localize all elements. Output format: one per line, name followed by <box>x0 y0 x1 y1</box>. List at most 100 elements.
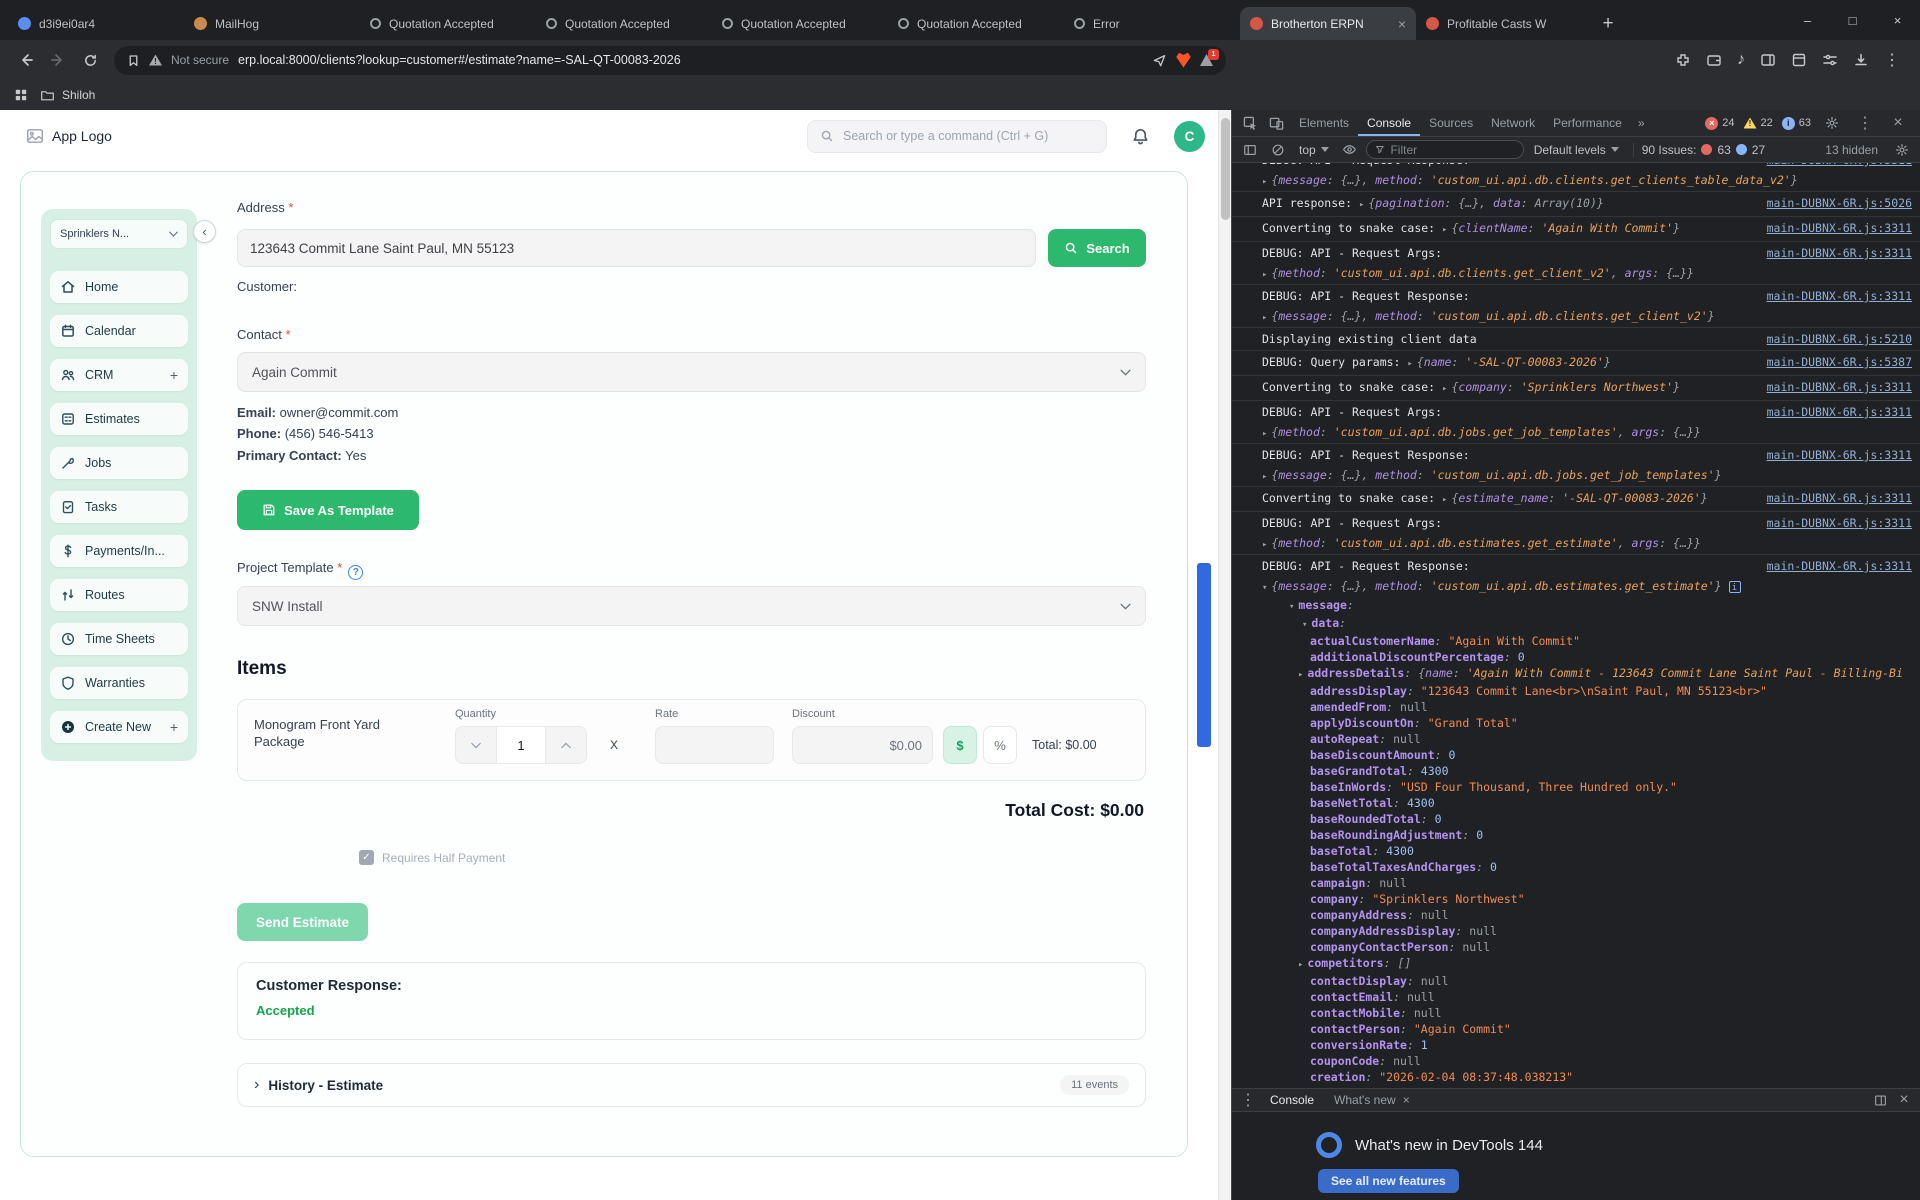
devtools-close-icon[interactable]: × <box>1886 112 1910 134</box>
console-entry[interactable]: Converting to snake case: ▸ {company: 'Sp… <box>1232 375 1920 400</box>
sidebar-item-jobs[interactable]: Jobs <box>50 447 188 479</box>
expand-arrow-icon[interactable]: ▸ <box>1298 960 1303 970</box>
filter-text-field[interactable] <box>1390 142 1515 157</box>
console-settings-gear-icon[interactable] <box>1890 139 1914 161</box>
browser-tab[interactable]: MailHog <box>184 7 360 40</box>
devtools-settings-gear-icon[interactable] <box>1820 112 1844 134</box>
address-input[interactable] <box>237 229 1036 267</box>
forward-button[interactable] <box>44 46 72 74</box>
expand-arrow-icon[interactable]: ▸ <box>1442 225 1447 235</box>
drawer-tab-console[interactable]: Console <box>1260 1089 1324 1111</box>
live-expression-eye-icon[interactable] <box>1338 139 1362 161</box>
console-entry[interactable]: autoRepeat: null <box>1232 731 1920 747</box>
console-filter-input[interactable] <box>1365 140 1524 159</box>
sidebar-item-routes[interactable]: Routes <box>50 579 188 611</box>
rate-input[interactable] <box>655 726 774 764</box>
console-sidebar-icon[interactable] <box>1238 139 1262 161</box>
hidden-messages-count[interactable]: 13 hidden <box>1817 143 1886 157</box>
sidebar-item-calendar[interactable]: Calendar <box>50 315 188 347</box>
discount-dollar-button[interactable]: $ <box>943 726 977 764</box>
console-entry[interactable]: DEBUG: API - Request Args: main-DUBNX-6R.… <box>1232 511 1920 534</box>
console-entry[interactable]: contactMobile: null <box>1232 1005 1920 1021</box>
drawer-dock-icon[interactable] <box>1868 1089 1892 1111</box>
expand-arrow-icon[interactable]: ▾ <box>1302 620 1307 630</box>
source-link[interactable]: main-DUBNX-6R.js:5210 <box>1767 331 1912 347</box>
command-search-input[interactable]: Search or type a command (Ctrl + G) <box>807 119 1107 153</box>
inspect-element-icon[interactable] <box>1238 112 1262 134</box>
quantity-increment-button[interactable] <box>545 726 587 764</box>
save-as-template-button[interactable]: Save As Template <box>237 490 419 530</box>
console-entry[interactable]: companyContactPerson: null <box>1232 939 1920 955</box>
console-entry[interactable]: contactDisplay: null <box>1232 973 1920 989</box>
drawer-kebab-icon[interactable]: ⋮ <box>1236 1089 1260 1111</box>
console-entry[interactable]: baseTotalTaxesAndCharges: 0 <box>1232 859 1920 875</box>
console-entry[interactable]: Converting to snake case: ▸ {clientName: … <box>1232 216 1920 241</box>
console-entry[interactable]: ▸ addressDetails: {name: 'Again With Comm… <box>1232 665 1920 683</box>
browser-tab[interactable]: d3i9ei0ar4 <box>8 7 184 40</box>
source-link[interactable]: main-DUBNX-6R.js:3311 <box>1767 490 1912 508</box>
expand-arrow-icon[interactable]: ▸ <box>1442 384 1447 394</box>
project-template-select[interactable]: SNW Install <box>237 586 1146 626</box>
browser-tab[interactable]: Quotation Accepted <box>536 7 712 40</box>
brave-shields-lion-icon[interactable] <box>1176 52 1191 68</box>
sidebar-item-tasks[interactable]: Tasks <box>50 491 188 523</box>
console-entry[interactable]: creation: "2026-02-04 08:37:48.038213" <box>1232 1069 1920 1085</box>
console-entry[interactable]: company: "Sprinklers Northwest" <box>1232 891 1920 907</box>
sidebar-item-home[interactable]: Home <box>50 271 188 303</box>
devtools-tab-sources[interactable]: Sources <box>1420 110 1482 136</box>
help-question-icon[interactable]: ? <box>348 565 364 580</box>
history-accordion[interactable]: › History - Estimate 11 events <box>237 1063 1146 1107</box>
reload-button[interactable] <box>76 46 104 74</box>
company-select[interactable]: Sprinklers N... <box>50 219 188 249</box>
console-entry[interactable]: ▸ {method: 'custom_ui.api.db.clients.get_… <box>1232 264 1920 284</box>
console-entry[interactable]: DEBUG: API - Request Response:main-DUBNX… <box>1232 284 1920 307</box>
minimize-button[interactable]: – <box>1785 0 1830 40</box>
bookmark-folder-shiloh[interactable]: Shiloh <box>40 88 95 103</box>
address-search-button[interactable]: Search <box>1048 229 1146 267</box>
source-link[interactable]: main-DUBNX-6R.js:3311 <box>1767 447 1912 463</box>
user-avatar[interactable]: C <box>1174 120 1205 152</box>
console-entry[interactable]: ▸ competitors: [] <box>1232 955 1920 973</box>
expand-arrow-icon[interactable]: ▸ <box>1442 495 1447 505</box>
console-entry[interactable]: campaign: null <box>1232 875 1920 891</box>
discount-percent-button[interactable]: % <box>983 726 1017 764</box>
console-entry[interactable]: Converting to snake case: ▸ {estimate_nam… <box>1232 486 1920 511</box>
expand-arrow-icon[interactable]: ▾ <box>1289 602 1294 612</box>
console-entry[interactable]: DEBUG: Query params: ▸ {name: '-SAL-QT-00… <box>1232 350 1920 375</box>
devtools-tab-elements[interactable]: Elements <box>1290 110 1358 136</box>
console-entry[interactable]: ▸ {message: {…}, method: 'custom_ui.api.d… <box>1232 307 1920 327</box>
discount-input[interactable] <box>792 726 933 764</box>
console-entry[interactable]: addressDisplay: "123643 Commit Lane<br>\… <box>1232 683 1920 699</box>
page-scrollbar[interactable] <box>1218 110 1231 1200</box>
console-entry[interactable]: ▾ data: <box>1232 615 1920 633</box>
close-button[interactable]: × <box>1875 0 1920 40</box>
source-link[interactable]: main-DUBNX-6R.js:3311 <box>1767 163 1912 168</box>
send-estimate-button[interactable]: Send Estimate <box>237 903 368 941</box>
console-entry[interactable]: baseRoundedTotal: 0 <box>1232 811 1920 827</box>
devtools-kebab-menu-icon[interactable]: ⋮ <box>1853 112 1877 134</box>
source-link[interactable]: main-DUBNX-6R.js:5026 <box>1767 195 1912 213</box>
sidebar-item-warranties[interactable]: Warranties <box>50 667 188 699</box>
tab-close-icon[interactable]: × <box>1396 16 1406 32</box>
console-entry[interactable]: DEBUG: API - Request Response:main-DUBNX… <box>1232 443 1920 466</box>
extension-puzzle-icon[interactable] <box>1675 52 1691 68</box>
console-entry[interactable]: baseTotal: 4300 <box>1232 843 1920 859</box>
sidebar-item-estimates[interactable]: Estimates <box>50 403 188 435</box>
devtools-tab-performance[interactable]: Performance <box>1544 110 1631 136</box>
contact-select[interactable]: Again Commit <box>237 352 1146 392</box>
console-entry[interactable]: ▸ {message: {…}, method: 'custom_ui.api.d… <box>1232 171 1920 191</box>
warning-count-badge[interactable]: ! 22 <box>1743 117 1773 129</box>
download-icon[interactable] <box>1853 52 1869 68</box>
drawer-tab-what-s-new[interactable]: What's new × <box>1324 1089 1420 1111</box>
notifications-bell-icon[interactable] <box>1131 127 1150 146</box>
console-entry[interactable]: additionalDiscountPercentage: 0 <box>1232 649 1920 665</box>
console-entry[interactable]: actualCustomerName: "Again With Commit" <box>1232 633 1920 649</box>
address-bar[interactable]: ! Not secure erp.local:8000/clients?look… <box>114 45 1226 75</box>
expand-arrow-icon[interactable]: ▸ <box>1262 540 1267 550</box>
source-link[interactable]: main-DUBNX-6R.js:3311 <box>1767 404 1912 420</box>
source-link[interactable]: main-DUBNX-6R.js:3311 <box>1767 245 1912 261</box>
sidebar-toggle-icon[interactable] <box>1760 52 1776 68</box>
sidebar-collapse-button[interactable]: ‹ <box>193 220 216 243</box>
expand-arrow-icon[interactable]: ▸ <box>1262 313 1267 323</box>
expand-arrow-icon[interactable]: ▸ <box>1262 429 1267 439</box>
